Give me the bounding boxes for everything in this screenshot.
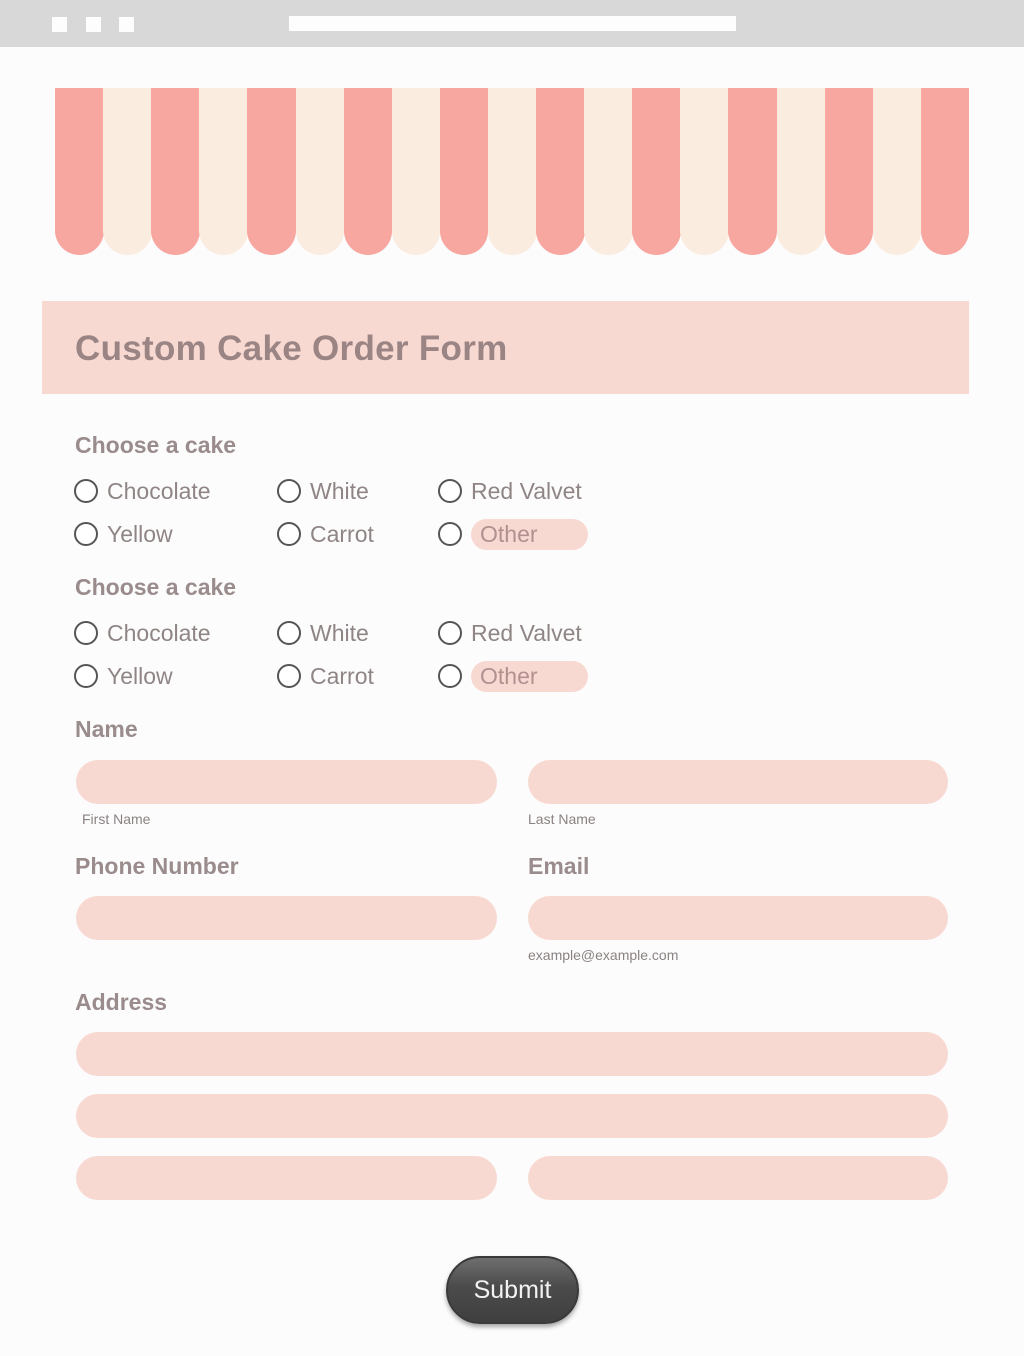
radio-option-carrot[interactable]: Carrot xyxy=(277,519,374,549)
awning-stripe xyxy=(55,88,104,255)
awning-stripe xyxy=(776,88,826,255)
page-title: Custom Cake Order Form xyxy=(75,329,508,368)
radio-option-other[interactable]: Other xyxy=(438,518,588,550)
radio-label: Chocolate xyxy=(107,477,211,504)
awning-stripe xyxy=(920,88,970,255)
radio-circle-icon[interactable] xyxy=(277,479,301,503)
radio-option-chocolate[interactable]: Chocolate xyxy=(74,476,211,506)
awning-stripe xyxy=(103,88,152,255)
awning-stripe xyxy=(872,88,922,255)
awning-stripe xyxy=(824,88,874,255)
last-name-input[interactable] xyxy=(528,760,948,804)
awning-stripe xyxy=(728,88,778,255)
radio-label: Carrot xyxy=(310,662,374,689)
window-control-icon[interactable] xyxy=(119,17,134,32)
radio-circle-icon[interactable] xyxy=(277,522,301,546)
address-line-2-input[interactable] xyxy=(76,1094,948,1138)
other-input[interactable]: Other xyxy=(471,660,588,692)
radio-label: Red Valvet xyxy=(471,619,582,646)
awning-stripe xyxy=(391,88,441,255)
phone-input[interactable] xyxy=(76,896,497,940)
awning-banner xyxy=(55,88,970,255)
radio-circle-icon[interactable] xyxy=(74,664,98,688)
phone-label: Phone Number xyxy=(75,853,239,879)
radio-label: Carrot xyxy=(310,520,374,547)
address-state-input[interactable] xyxy=(528,1156,948,1200)
radio-option-white[interactable]: White xyxy=(277,476,369,506)
radio-label: Yellow xyxy=(107,520,173,547)
radio-circle-icon[interactable] xyxy=(438,621,462,645)
radio-option-red-valvet[interactable]: Red Valvet xyxy=(438,618,582,648)
awning-stripe xyxy=(199,88,248,255)
radio-option-white[interactable]: White xyxy=(277,618,369,648)
radio-circle-icon[interactable] xyxy=(438,479,462,503)
radio-circle-icon[interactable] xyxy=(438,664,462,688)
radio-label: Chocolate xyxy=(107,619,211,646)
first-name-input[interactable] xyxy=(76,760,497,804)
address-label: Address xyxy=(75,989,168,1015)
window-control-icon[interactable] xyxy=(52,17,67,32)
radio-option-red-valvet[interactable]: Red Valvet xyxy=(438,476,582,506)
email-sublabel: example@example.com xyxy=(528,947,679,963)
radio-option-carrot[interactable]: Carrot xyxy=(277,661,374,691)
address-city-input[interactable] xyxy=(76,1156,497,1200)
name-label: Name xyxy=(75,716,138,742)
email-label: Email xyxy=(528,853,590,879)
awning-stripe xyxy=(536,88,585,255)
awning-stripe xyxy=(487,88,537,255)
radio-option-yellow[interactable]: Yellow xyxy=(74,519,173,549)
radio-option-chocolate[interactable]: Chocolate xyxy=(74,618,211,648)
radio-label: White xyxy=(310,477,369,504)
browser-toolbar xyxy=(0,0,1024,47)
radio-label: Yellow xyxy=(107,662,173,689)
awning-stripe xyxy=(584,88,633,255)
radio-label: Red Valvet xyxy=(471,477,582,504)
radio-circle-icon[interactable] xyxy=(74,522,98,546)
radio-circle-icon[interactable] xyxy=(74,621,98,645)
radio-circle-icon[interactable] xyxy=(438,522,462,546)
address-bar[interactable] xyxy=(289,16,736,31)
radio-circle-icon[interactable] xyxy=(277,664,301,688)
cake-group-2-label: Choose a cake xyxy=(75,574,237,600)
awning-stripe xyxy=(439,88,489,255)
cake-group-1-label: Choose a cake xyxy=(75,432,237,458)
radio-label: White xyxy=(310,619,369,646)
radio-option-other[interactable]: Other xyxy=(438,660,588,692)
awning-stripe xyxy=(247,88,296,255)
submit-button[interactable]: Submit xyxy=(446,1256,579,1324)
email-input[interactable] xyxy=(528,896,948,940)
radio-circle-icon[interactable] xyxy=(277,621,301,645)
radio-circle-icon[interactable] xyxy=(74,479,98,503)
awning-stripe xyxy=(343,88,393,255)
awning-stripe xyxy=(295,88,345,255)
title-band: Custom Cake Order Form xyxy=(42,301,969,394)
first-name-sublabel: First Name xyxy=(82,811,151,827)
awning-stripe xyxy=(632,88,681,255)
window-control-icon[interactable] xyxy=(86,17,101,32)
last-name-sublabel: Last Name xyxy=(528,811,596,827)
radio-option-yellow[interactable]: Yellow xyxy=(74,661,173,691)
awning-stripe xyxy=(680,88,729,255)
other-input[interactable]: Other xyxy=(471,518,588,550)
awning-stripe xyxy=(151,88,200,255)
address-line-1-input[interactable] xyxy=(76,1032,948,1076)
